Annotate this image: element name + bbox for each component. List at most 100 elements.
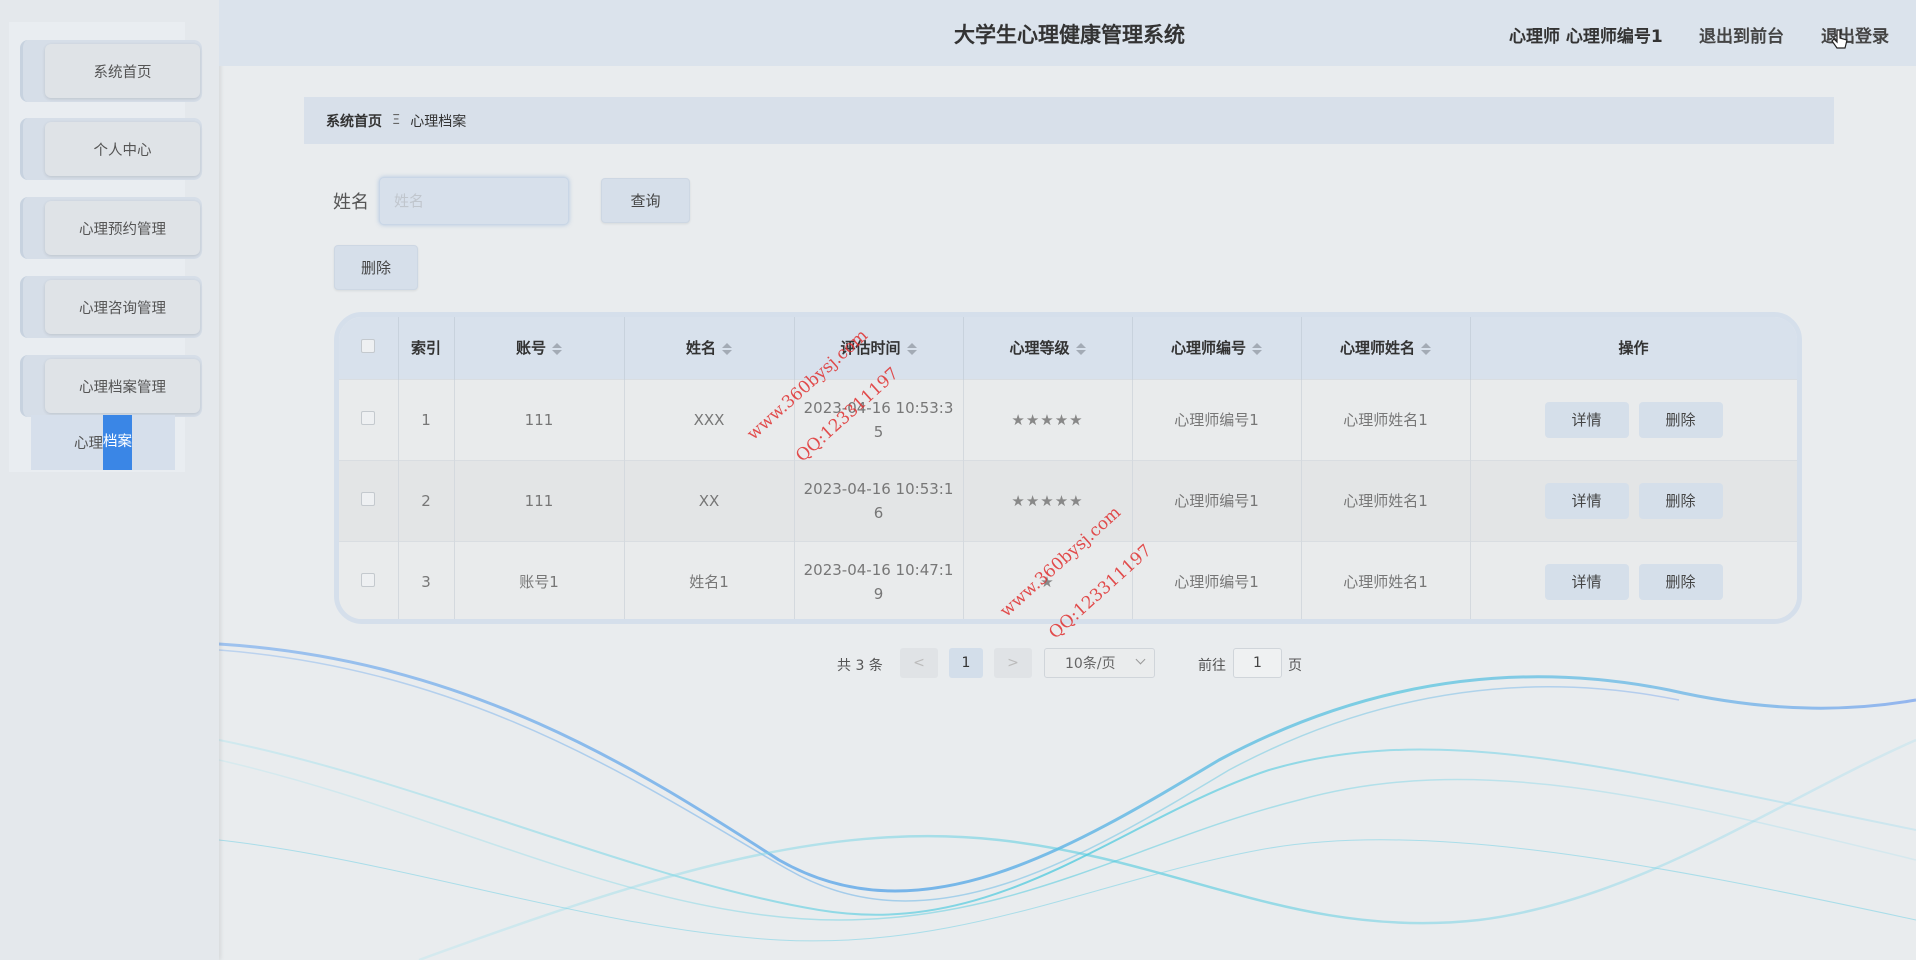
sort-icon[interactable] — [1421, 342, 1431, 355]
row-checkbox[interactable] — [361, 491, 376, 506]
column-header-level[interactable]: 心理等级 — [963, 317, 1133, 379]
page-size-value: 10条/页 — [1065, 656, 1116, 672]
sort-icon[interactable] — [1252, 342, 1262, 355]
archive-table: 索引 账号 姓名 评估时间 心理等级 心理师编号 心理师姓名 操作 1 111 … — [334, 312, 1802, 624]
cell-time-line1: 2023-04-16 10:47:1 — [803, 560, 954, 579]
cell-psychologist-id: 心理师编号1 — [1132, 540, 1302, 619]
column-header-actions: 操作 — [1470, 317, 1797, 379]
column-header-label: 索引 — [410, 339, 441, 358]
cell-actions: 详情 删除 — [1470, 378, 1797, 460]
bulk-delete-button[interactable]: 删除 — [334, 245, 418, 290]
cell-time-line2: 9 — [873, 584, 884, 603]
breadcrumb-current: 心理档案 — [410, 113, 467, 130]
search-name-input[interactable] — [379, 177, 569, 225]
chevron-down-icon — [1135, 654, 1146, 665]
page-size-select[interactable]: 10条/页 — [1044, 648, 1155, 678]
pagination-prev-button[interactable]: < — [900, 648, 938, 678]
select-all-cell — [339, 317, 399, 379]
app-title: 大学生心理健康管理系统 — [954, 23, 1185, 47]
select-all-checkbox[interactable] — [361, 338, 376, 353]
cell-name: XX — [624, 459, 795, 541]
search-name-label: 姓名 — [333, 192, 369, 213]
cell-name: 姓名1 — [624, 540, 795, 619]
row-select-cell — [339, 378, 399, 460]
top-header: 大学生心理健康管理系统 心理师 心理师编号1 退出到前台 退出登录 — [219, 0, 1916, 66]
breadcrumb: 系统首页 Ξ 心理档案 — [304, 97, 1834, 144]
sidebar-subitem-label-highlight: 档案 — [103, 415, 132, 470]
pagination-next-button[interactable]: > — [994, 648, 1032, 678]
cell-time-line2: 6 — [873, 503, 884, 522]
current-user: 心理师 心理师编号1 — [1509, 27, 1663, 47]
sidebar-item-label: 心理咨询管理 — [45, 280, 200, 334]
row-checkbox[interactable] — [361, 572, 376, 587]
cell-actions: 详情 删除 — [1470, 540, 1797, 619]
sort-icon[interactable] — [552, 342, 562, 355]
row-delete-button[interactable]: 删除 — [1638, 482, 1723, 519]
pagination-total: 共 3 条 — [837, 658, 883, 674]
column-header-psychologist-name[interactable]: 心理师姓名 — [1301, 317, 1471, 379]
sort-icon[interactable] — [722, 342, 732, 355]
query-button[interactable]: 查询 — [601, 178, 690, 223]
cell-psychologist-name: 心理师姓名1 — [1301, 540, 1471, 619]
column-header-psychologist-id[interactable]: 心理师编号 — [1132, 317, 1302, 379]
mouse-cursor-icon — [1831, 29, 1848, 49]
sidebar-item-personal-center[interactable]: 个人中心 — [20, 118, 202, 180]
sidebar-item-appointment-management[interactable]: 心理预约管理 — [20, 197, 202, 259]
cell-psychologist-id: 心理师编号1 — [1132, 378, 1302, 460]
column-header-label: 操作 — [1618, 339, 1649, 358]
sidebar-item-label: 心理档案管理 — [45, 359, 200, 413]
goto-label: 前往 — [1198, 658, 1226, 674]
table-row: 1 111 XXX 2023-04-16 10:53:3 5 ★★★★★ 心理师编… — [339, 378, 1797, 460]
column-header-label: 心理师姓名 — [1339, 339, 1415, 358]
cell-index: 3 — [398, 540, 455, 619]
cell-assessment-time: 2023-04-16 10:53:1 6 — [794, 459, 964, 541]
row-delete-button[interactable]: 删除 — [1638, 401, 1723, 438]
column-header-label: 账号 — [515, 339, 546, 358]
cell-index: 1 — [398, 378, 455, 460]
sidebar-subitem-archive[interactable]: 心理 档案 — [31, 415, 175, 470]
column-header-index: 索引 — [398, 317, 455, 379]
row-delete-button[interactable]: 删除 — [1638, 563, 1723, 600]
cell-index: 2 — [398, 459, 455, 541]
cell-time-line2: 5 — [873, 422, 884, 441]
table-row: 2 111 XX 2023-04-16 10:53:1 6 ★★★★★ 心理师编号… — [339, 459, 1797, 541]
cell-time-line1: 2023-04-16 10:53:1 — [803, 479, 954, 498]
sidebar-item-label: 心理预约管理 — [45, 201, 200, 255]
cell-time-line1: 2023-04-16 10:53:3 — [803, 398, 954, 417]
sidebar-item-consultation-management[interactable]: 心理咨询管理 — [20, 276, 202, 338]
cell-psychologist-id: 心理师编号1 — [1132, 459, 1302, 541]
column-header-account[interactable]: 账号 — [454, 317, 625, 379]
sort-icon[interactable] — [906, 342, 917, 355]
breadcrumb-separator-icon: Ξ — [392, 113, 401, 128]
goto-page-input[interactable]: 1 — [1233, 648, 1282, 678]
pagination-page-1[interactable]: 1 — [949, 648, 983, 678]
column-header-name[interactable]: 姓名 — [624, 317, 795, 379]
cell-assessment-time: 2023-04-16 10:47:1 9 — [794, 540, 964, 619]
row-checkbox[interactable] — [361, 410, 376, 425]
column-header-label: 姓名 — [685, 339, 716, 358]
sidebar-item-home[interactable]: 系统首页 — [20, 40, 202, 102]
cell-psychologist-name: 心理师姓名1 — [1301, 378, 1471, 460]
column-header-label: 心理等级 — [1009, 339, 1070, 358]
sidebar-item-label: 系统首页 — [45, 44, 200, 98]
sort-icon[interactable] — [1075, 342, 1086, 355]
sidebar: 系统首页 个人中心 心理预约管理 心理咨询管理 心理档案管理 心理 档案 — [0, 0, 219, 960]
table-header-row: 索引 账号 姓名 评估时间 心理等级 心理师编号 心理师姓名 操作 — [339, 317, 1797, 379]
row-select-cell — [339, 459, 399, 541]
sidebar-item-label: 个人中心 — [45, 122, 200, 176]
detail-button[interactable]: 详情 — [1544, 563, 1629, 600]
sidebar-subitem-label: 心理 — [74, 436, 103, 452]
column-header-label: 心理师编号 — [1170, 339, 1246, 358]
detail-button[interactable]: 详情 — [1544, 401, 1629, 438]
cell-account: 111 — [454, 378, 625, 460]
cell-actions: 详情 删除 — [1470, 459, 1797, 541]
cell-psychologist-name: 心理师姓名1 — [1301, 459, 1471, 541]
row-select-cell — [339, 540, 399, 619]
detail-button[interactable]: 详情 — [1544, 482, 1629, 519]
exit-to-frontend-link[interactable]: 退出到前台 — [1699, 22, 1784, 47]
breadcrumb-home[interactable]: 系统首页 — [326, 111, 382, 131]
cell-account: 111 — [454, 459, 625, 541]
cell-level: ★★★★★ — [963, 378, 1133, 460]
page-suffix-label: 页 — [1288, 658, 1302, 674]
sidebar-item-archive-management[interactable]: 心理档案管理 — [20, 355, 202, 417]
